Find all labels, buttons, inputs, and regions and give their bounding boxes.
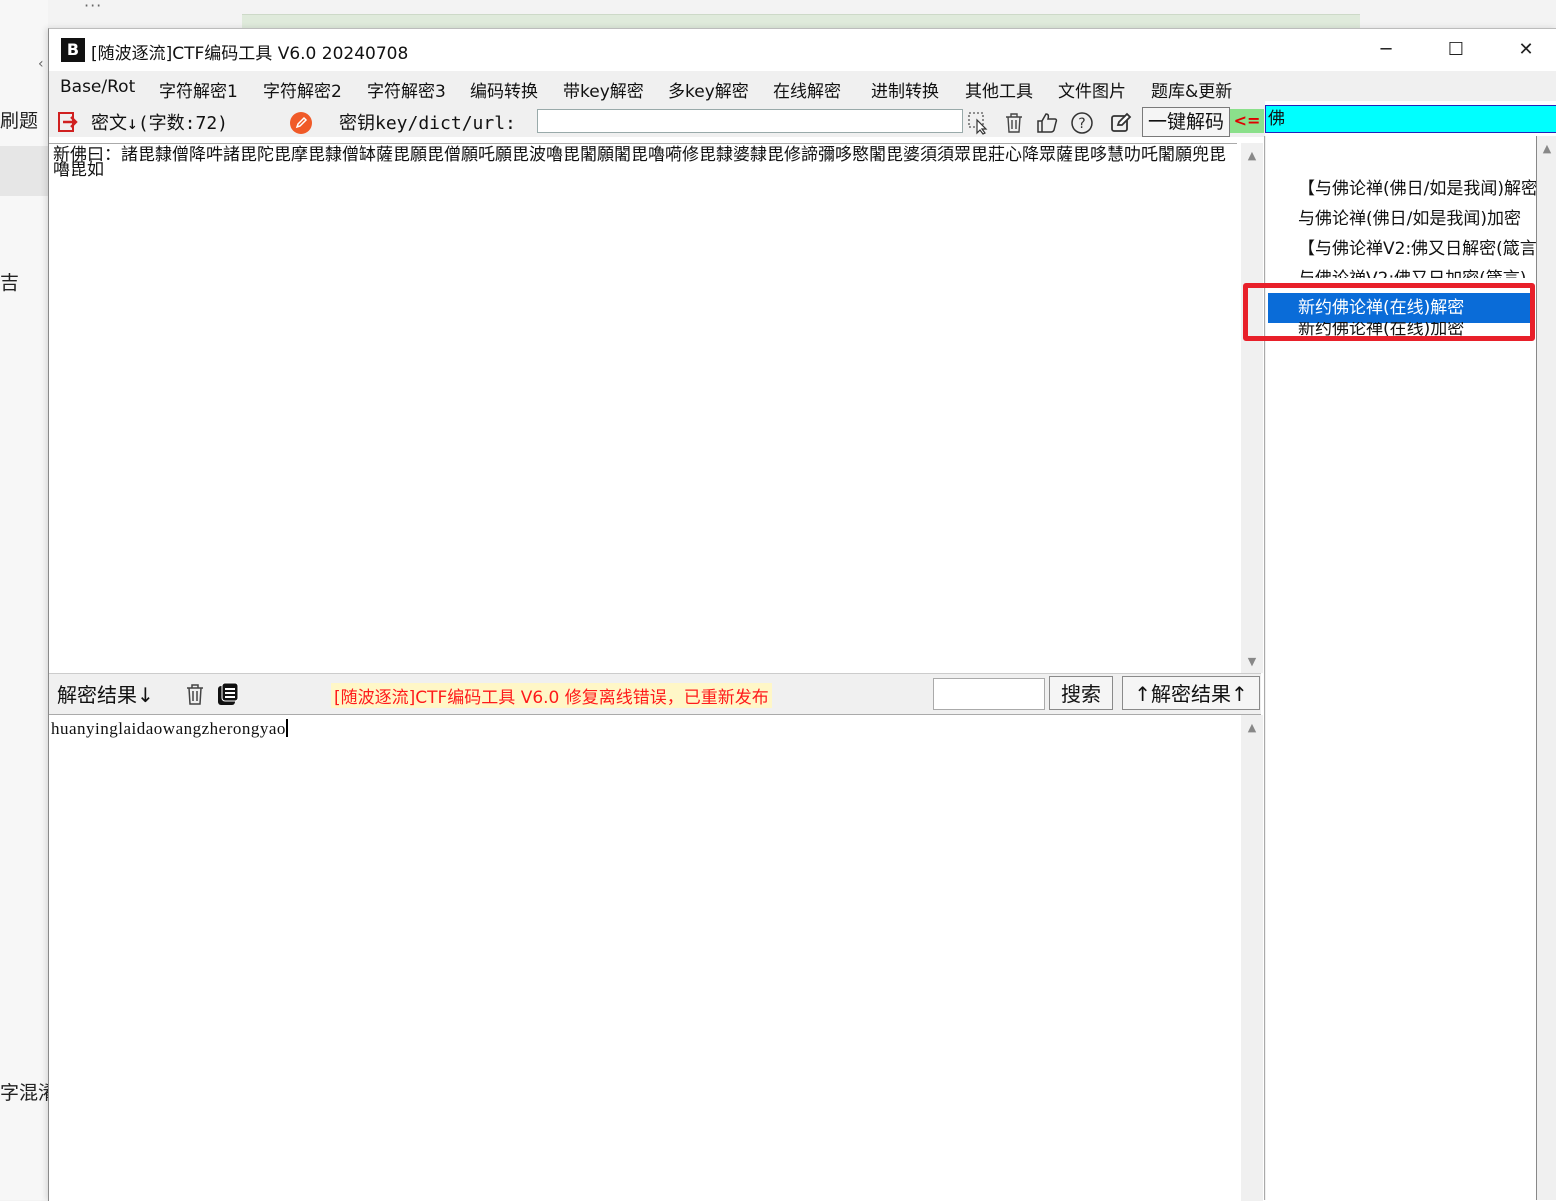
svg-text:?: ? — [1078, 116, 1085, 132]
maximize-button[interactable]: ☐ — [1421, 29, 1491, 71]
move-result-up-button[interactable]: ↑解密结果↑ — [1122, 676, 1260, 710]
one-key-decode-button[interactable]: 一键解码 — [1142, 107, 1230, 137]
list-item[interactable]: 与佛论禅(佛日/如是我闻)加密 — [1298, 204, 1536, 234]
menu-online-decrypt[interactable]: 在线解密 — [773, 77, 841, 102]
scroll-up-icon[interactable]: ▲ — [1241, 149, 1263, 162]
function-search-input[interactable]: 佛 — [1265, 105, 1556, 133]
title-bar[interactable]: B [随波逐流]CTF编码工具 V6.0 20240708 ─ ☐ ✕ — [49, 29, 1556, 71]
scroll-up-icon[interactable]: ▲ — [1241, 721, 1263, 734]
menu-encoding-convert[interactable]: 编码转换 — [470, 77, 538, 102]
ciphertext-textarea[interactable]: 新佛曰：諸毘隸僧降吽諸毘陀毘摩毘隸僧缽薩毘願毘僧願吒願毘波嚕毘闍願闍毘嚕嗬修毘隸… — [49, 143, 1237, 674]
edit-icon[interactable] — [289, 111, 313, 135]
menu-bar: Base/Rot 字符解密1 字符解密2 字符解密3 编码转换 带key解密 多… — [49, 71, 1556, 102]
app-logo-icon: B — [61, 38, 85, 62]
result-scrollbar[interactable]: ▲ — [1241, 715, 1263, 1201]
highlight-annotation — [1243, 283, 1535, 341]
menu-char-decrypt-1[interactable]: 字符解密1 — [159, 77, 238, 102]
background-tab-strip — [242, 14, 1360, 29]
window-title: [随波逐流]CTF编码工具 V6.0 20240708 — [91, 44, 409, 64]
key-label: 密钥key/dict/url: — [339, 113, 516, 134]
result-search-input[interactable] — [933, 678, 1045, 710]
apply-arrow-tag: <= — [1230, 109, 1264, 133]
background-strip-end — [1360, 14, 1556, 28]
result-content: huanyinglaidaowangzherongyao — [51, 719, 288, 738]
trash-icon[interactable] — [1002, 111, 1026, 135]
search-button[interactable]: 搜索 — [1049, 676, 1113, 710]
copy-result-icon[interactable] — [215, 681, 241, 707]
menu-question-bank-update[interactable]: 题库&更新 — [1151, 77, 1232, 102]
minimize-button[interactable]: ─ — [1351, 29, 1421, 71]
more-icon[interactable]: ··· — [84, 0, 102, 15]
menu-char-decrypt-3[interactable]: 字符解密3 — [367, 77, 446, 102]
release-notice: [随波逐流]CTF编码工具 V6.0 修复离线错误，已重新发布 — [331, 683, 772, 708]
clear-result-icon[interactable] — [183, 681, 207, 707]
cipher-label: 密文↓(字数:72) — [91, 113, 229, 134]
list-item[interactable]: 【与佛论禅(佛日/如是我闻)解密】 — [1298, 174, 1536, 204]
menu-char-decrypt-2[interactable]: 字符解密2 — [263, 77, 342, 102]
ciphertext-content: 新佛曰：諸毘隸僧降吽諸毘陀毘摩毘隸僧缽薩毘願毘僧願吒願毘波嚕毘闍願闍毘嚕嗬修毘隸… — [53, 145, 1226, 180]
edit-note-icon[interactable] — [1109, 111, 1133, 135]
cursor-select-icon[interactable] — [967, 111, 991, 135]
menu-base-rot[interactable]: Base/Rot — [60, 77, 135, 97]
thumbs-up-icon[interactable] — [1035, 111, 1059, 135]
back-arrow-icon[interactable]: ‹ — [38, 56, 44, 72]
import-arrow-icon[interactable] — [57, 111, 79, 133]
menu-file-image[interactable]: 文件图片 — [1058, 77, 1126, 102]
ciphertext-scrollbar[interactable]: ▲ ▼ — [1241, 143, 1263, 673]
result-label: 解密结果↓ — [57, 683, 154, 707]
background-item[interactable]: 吉 — [0, 268, 19, 295]
list-item[interactable]: 与佛论禅V2:佛又日加密(箴言) — [1298, 264, 1536, 278]
scroll-up-icon[interactable]: ▲ — [1538, 142, 1556, 155]
menu-base-convert[interactable]: 进制转换 — [871, 77, 939, 102]
scroll-down-icon[interactable]: ▼ — [1241, 655, 1263, 668]
background-selected-row — [0, 146, 48, 196]
background-item[interactable]: 刷题 — [0, 106, 38, 133]
key-input[interactable] — [537, 109, 963, 133]
help-icon[interactable]: ? — [1070, 111, 1094, 135]
function-list-scrollbar[interactable]: ▲ — [1538, 136, 1556, 1200]
close-button[interactable]: ✕ — [1491, 29, 1556, 71]
result-textarea[interactable]: huanyinglaidaowangzherongyao — [49, 715, 1237, 1201]
text-caret — [285, 719, 288, 737]
menu-multikey-decrypt[interactable]: 多key解密 — [668, 77, 749, 102]
list-item[interactable]: 【与佛论禅V2:佛又日解密(箴言)】 — [1298, 234, 1536, 264]
menu-key-decrypt[interactable]: 带key解密 — [563, 77, 644, 102]
menu-other-tools[interactable]: 其他工具 — [965, 77, 1033, 102]
